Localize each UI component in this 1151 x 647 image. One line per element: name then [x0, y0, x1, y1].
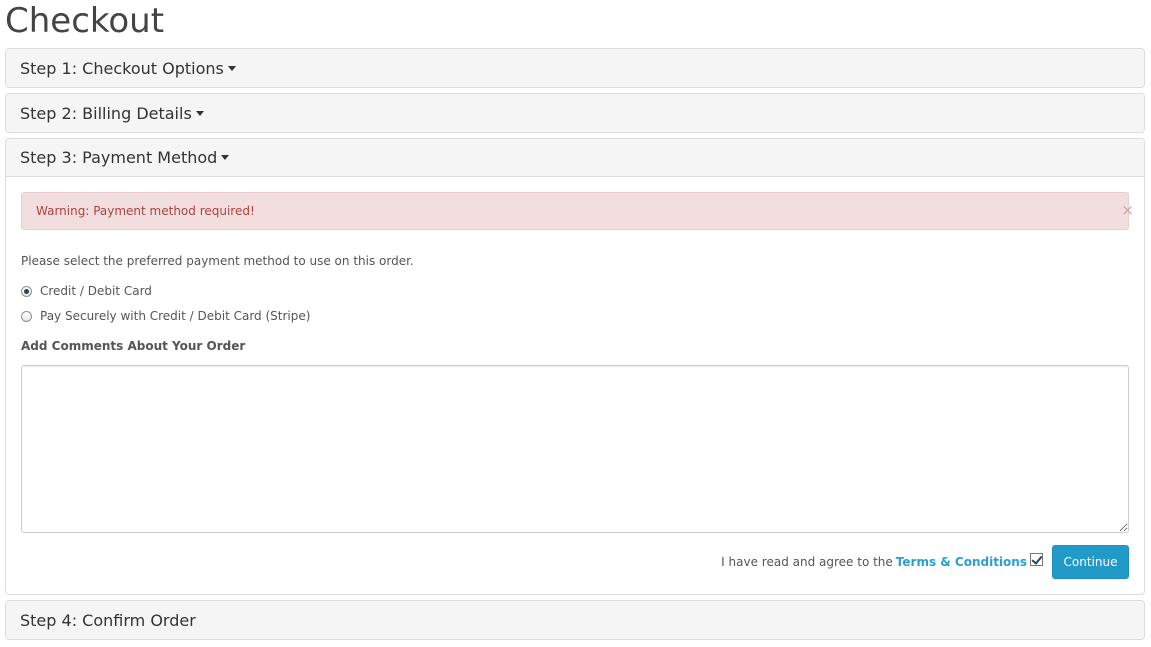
warning-alert: Warning: Payment method required! ×: [21, 192, 1129, 230]
step-3-title[interactable]: Step 3: Payment Method: [20, 148, 217, 167]
step-2-heading[interactable]: Step 2: Billing Details: [6, 94, 1144, 132]
terms-agreement: I have read and agree to the Terms & Con…: [721, 555, 1043, 569]
step-4-title[interactable]: Step 4: Confirm Order: [20, 611, 196, 630]
step-3-panel: Step 3: Payment Method Warning: Payment …: [5, 138, 1145, 595]
caret-down-icon[interactable]: [221, 155, 229, 160]
step-1-heading[interactable]: Step 1: Checkout Options: [6, 49, 1144, 87]
radio-button-stripe[interactable]: [21, 311, 32, 322]
payment-option-label[interactable]: Pay Securely with Credit / Debit Card (S…: [40, 309, 310, 323]
step-1-panel: Step 1: Checkout Options: [5, 48, 1145, 88]
payment-instructions: Please select the preferred payment meth…: [21, 254, 414, 268]
caret-down-icon[interactable]: [196, 111, 204, 116]
comments-label: Add Comments About Your Order: [21, 339, 245, 353]
step-3-heading[interactable]: Step 3: Payment Method: [6, 139, 1144, 177]
checkout-page: Checkout Step 1: Checkout Options Step 2…: [0, 0, 1151, 647]
step-4-panel: Step 4: Confirm Order: [5, 600, 1145, 640]
step-2-panel: Step 2: Billing Details: [5, 93, 1145, 133]
radio-button-card[interactable]: [21, 286, 32, 297]
step-4-heading[interactable]: Step 4: Confirm Order: [6, 601, 1144, 639]
terms-link[interactable]: Terms & Conditions: [896, 555, 1027, 569]
close-icon[interactable]: ×: [1121, 203, 1134, 218]
continue-button[interactable]: Continue: [1052, 545, 1129, 579]
payment-option-card[interactable]: Credit / Debit Card: [21, 284, 152, 298]
step-1-title[interactable]: Step 1: Checkout Options: [20, 59, 224, 78]
page-title: Checkout: [5, 1, 164, 41]
agree-checkbox[interactable]: [1030, 553, 1043, 566]
step-2-title[interactable]: Step 2: Billing Details: [20, 104, 192, 123]
payment-option-label[interactable]: Credit / Debit Card: [40, 284, 152, 298]
comments-textarea[interactable]: [21, 365, 1129, 533]
alert-message: Warning: Payment method required!: [36, 204, 255, 218]
caret-down-icon[interactable]: [228, 66, 236, 71]
payment-option-stripe[interactable]: Pay Securely with Credit / Debit Card (S…: [21, 309, 310, 323]
agree-text: I have read and agree to the: [721, 555, 893, 569]
